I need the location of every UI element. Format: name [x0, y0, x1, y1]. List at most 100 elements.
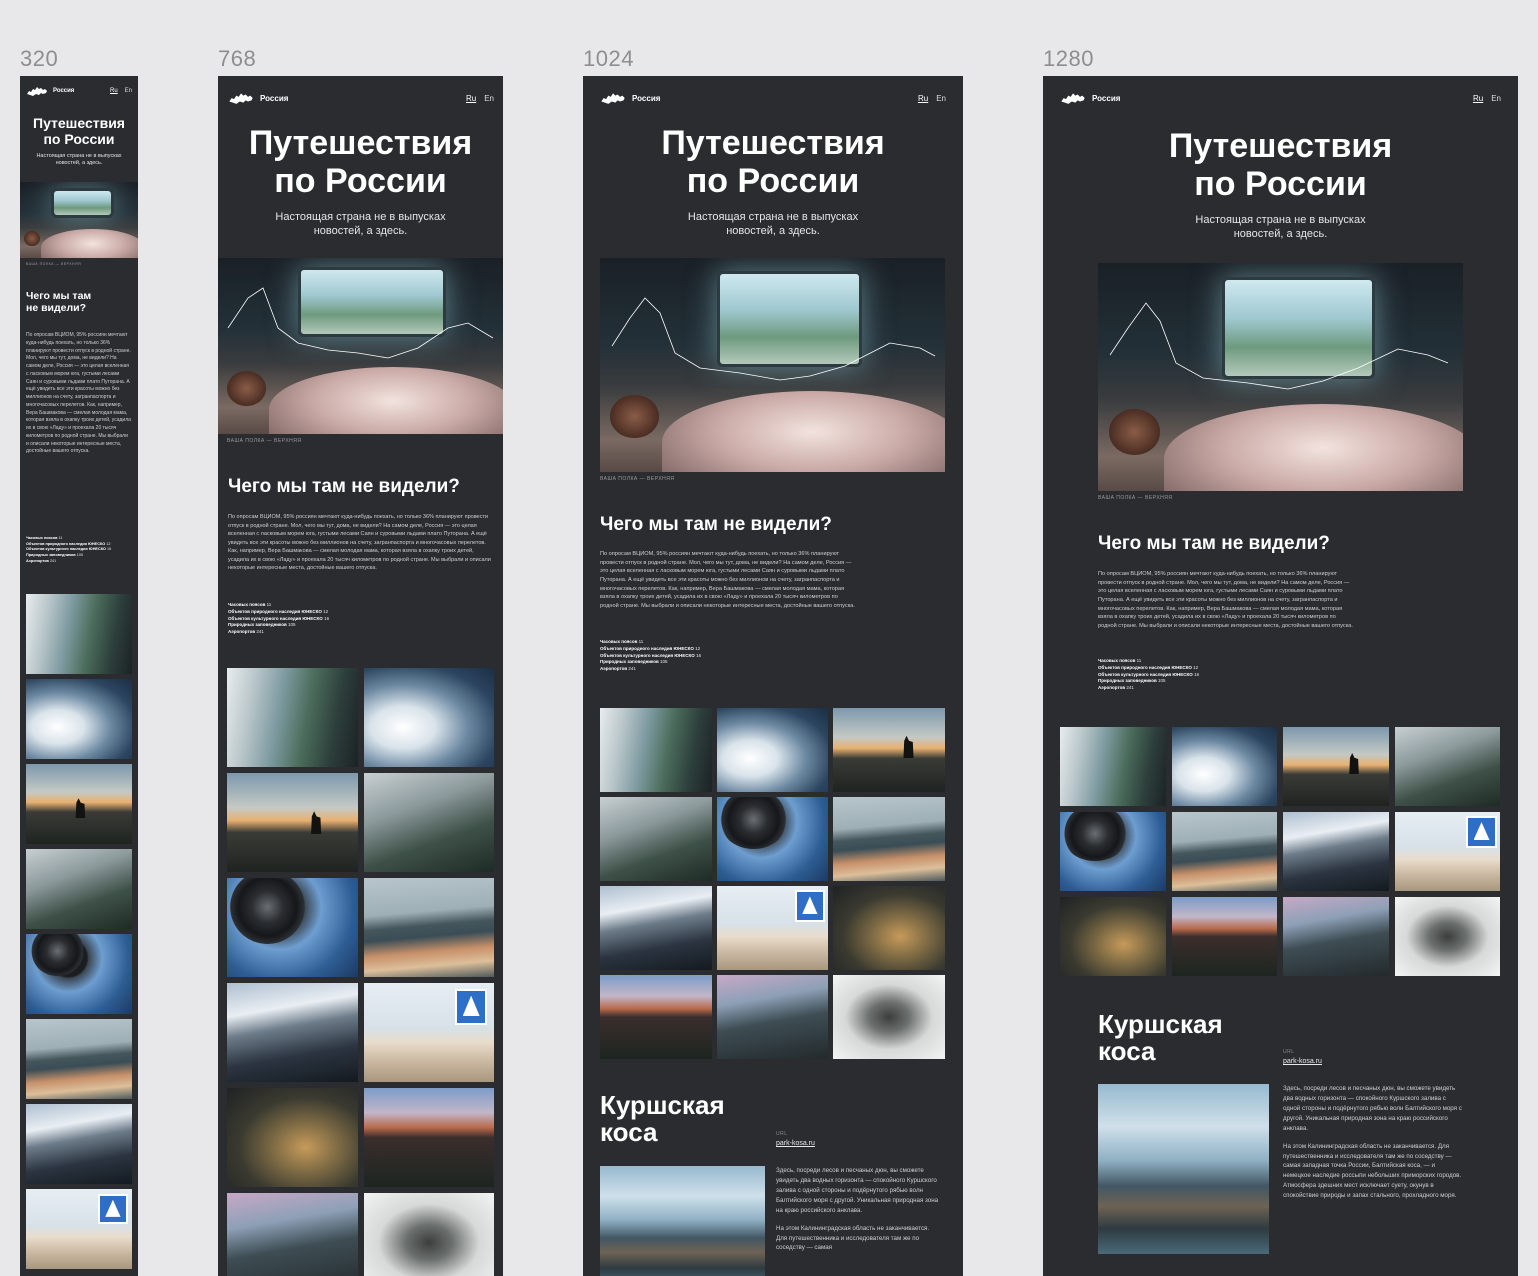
logo-link[interactable]: Россия [26, 85, 74, 97]
kosa-paragraph-1: Здесь, посреди лесов и песчаных дюн, вы … [1283, 1085, 1462, 1132]
page-title: Путешествия по России [1168, 127, 1393, 204]
gallery-photo-road-sign-tetrapods[interactable] [1394, 812, 1500, 891]
route-line-graphic [227, 287, 494, 359]
gallery-photo-road-sign-tetrapods[interactable] [716, 886, 829, 970]
gallery-photo-foggy-forest[interactable] [1394, 727, 1500, 806]
gallery-photo-car-wheel-ice[interactable] [716, 797, 829, 881]
gallery-photo-clouds-mountains[interactable] [26, 679, 132, 759]
gallery-photo-car-wheel-ice[interactable] [26, 934, 132, 1014]
page-subtitle: Настоящая страна не в выпусках новостей, … [687, 211, 859, 238]
brand-name: Россия [53, 88, 75, 94]
gallery-photo-road-sign-tetrapods[interactable] [26, 1189, 132, 1269]
hero-photo [20, 182, 138, 258]
stat-item: Аэропортов 241 [1098, 685, 1134, 690]
lang-ru-link[interactable]: Ru [918, 94, 928, 103]
russia-map-icon [1061, 93, 1085, 104]
lang-en-link[interactable]: En [1491, 94, 1501, 103]
gallery-photo-wolf-sunset[interactable] [833, 708, 945, 792]
russia-map-icon [27, 87, 47, 96]
gallery-photo-train-window[interactable] [26, 594, 132, 674]
gallery-photo-snowy-peaks[interactable] [227, 983, 358, 1082]
gallery-photo-misty-peak[interactable] [833, 975, 945, 1059]
page-subtitle: Настоящая страна не в выпусках новостей, … [36, 153, 122, 167]
kosa-url-label: URL [1283, 1049, 1295, 1055]
hero-photo-caption: ВАША ПОЛКА — ВЕРХНЯЯ [600, 476, 675, 482]
gallery-photo-beach-shore[interactable] [1171, 812, 1277, 891]
site-header: Россия Ru En [20, 84, 138, 98]
site-header: Россия Ru En [218, 89, 503, 107]
gallery-photo-autumn-leaves[interactable] [227, 1088, 358, 1187]
breakpoint-label-320: 320 [20, 46, 59, 71]
kosa-url-link[interactable]: park-kosa.ru [1283, 1058, 1322, 1065]
hero-photo-caption: ВАША ПОЛКА — ВЕРХНЯЯ [1098, 495, 1173, 501]
gallery-photo-volcano[interactable] [363, 1088, 494, 1187]
gallery-photo-train-window[interactable] [1060, 727, 1166, 806]
gallery-photo-misty-peak[interactable] [1394, 897, 1500, 976]
gallery-photo-autumn-leaves[interactable] [1060, 897, 1166, 976]
gallery-photo-clouds-mountains[interactable] [1171, 727, 1277, 806]
gallery-photo-autumn-leaves[interactable] [833, 886, 945, 970]
gallery-photo-volcano[interactable] [1171, 897, 1277, 976]
gallery-photo-train-window[interactable] [227, 668, 358, 767]
gallery-photo-snowy-peaks[interactable] [600, 886, 712, 970]
gallery-photo-road-sign-tetrapods[interactable] [363, 983, 494, 1082]
lang-en-link[interactable]: En [484, 94, 494, 103]
stat-item: Объектов культурного наследия ЮНЕСКО 16 [1098, 671, 1200, 677]
lang-ru-link[interactable]: Ru [1473, 94, 1483, 103]
kosa-photo [600, 1166, 765, 1276]
lang-ru-link[interactable]: Ru [466, 94, 476, 103]
intro-text: По опросам ВЦИОМ, 95% россиян мечтают ку… [228, 514, 491, 572]
gallery-photo-snowy-peaks[interactable] [1283, 812, 1389, 891]
gallery-photo-coastal-cliff[interactable] [1283, 897, 1389, 976]
page-subtitle: Настоящая страна не в выпусках новостей, … [275, 211, 446, 238]
kosa-title: Куршская коса [1098, 1009, 1223, 1067]
gallery-photo-foggy-forest[interactable] [26, 849, 132, 929]
logo-link[interactable]: Россия [228, 91, 288, 105]
lang-ru-link[interactable]: Ru [110, 88, 118, 94]
brand-name: Россия [260, 93, 289, 103]
gallery-photo-misty-peak[interactable] [363, 1193, 494, 1276]
gallery-photo-beach-shore[interactable] [363, 878, 494, 977]
gallery-photo-coastal-cliff[interactable] [227, 1193, 358, 1276]
intro-text: По опросам ВЦИОМ, 95% россиян мечтают ку… [600, 551, 855, 609]
kosa-url-link[interactable]: park-kosa.ru [776, 1140, 815, 1147]
language-switcher: Ru En [918, 94, 946, 103]
logo-link[interactable]: Россия [600, 91, 660, 105]
gallery-photo-car-wheel-ice[interactable] [227, 878, 358, 977]
kosa-paragraph-1: Здесь, посреди лесов и песчаных дюн, вы … [776, 1167, 939, 1214]
intro-text: По опросам ВЦИОМ, 95% россиян мечтают ку… [1098, 571, 1353, 629]
gallery-photo-train-window[interactable] [600, 708, 712, 792]
lang-en-link[interactable]: En [936, 94, 946, 103]
kosa-description: Здесь, посреди лесов и песчаных дюн, вы … [776, 1166, 941, 1253]
gallery-photo-coastal-cliff[interactable] [716, 975, 829, 1059]
gallery-photo-wolf-sunset[interactable] [1283, 727, 1389, 806]
gallery-photo-wolf-sunset[interactable] [227, 773, 358, 872]
route-line-graphic [611, 297, 936, 381]
frame-1024: Россия Ru En Путешествия по России Настоя… [583, 76, 963, 1276]
lang-en-link[interactable]: En [125, 88, 132, 94]
gallery-photo-foggy-forest[interactable] [600, 797, 712, 881]
kosa-paragraph-2: На этом Калининградская область не закан… [1283, 1142, 1462, 1200]
gallery-photo-clouds-mountains[interactable] [716, 708, 829, 792]
gallery-photo-wolf-sunset[interactable] [26, 764, 132, 844]
gallery-photo-snowy-peaks[interactable] [26, 1104, 132, 1184]
gallery-photo-clouds-mountains[interactable] [363, 668, 494, 767]
gallery-photo-volcano[interactable] [600, 975, 712, 1059]
logo-link[interactable]: Россия [1060, 91, 1120, 105]
stat-item: Объектов природного наследия ЮНЕСКО 12 [600, 645, 701, 651]
hero-photo-caption: ВАША ПОЛКА — ВЕРХНЯЯ [26, 262, 82, 266]
breakpoint-label-1280: 1280 [1043, 46, 1094, 71]
gallery-photo-beach-shore[interactable] [26, 1019, 132, 1099]
stats-list: Часовых поясов 11 Объектов природного на… [1098, 658, 1199, 692]
frame-1280: Россия Ru En Путешествия по России Настоя… [1043, 76, 1518, 1276]
intro-heading: Чего мы там не видели? [228, 476, 460, 497]
stats-list: Часовых поясов 11 Объектов природного на… [228, 602, 329, 636]
gallery-photo-foggy-forest[interactable] [363, 773, 494, 872]
breakpoint-label-1024: 1024 [583, 46, 634, 71]
breakpoint-label-768: 768 [218, 46, 257, 71]
stat-item: Часовых поясов 11 [1098, 658, 1142, 663]
gallery-photo-beach-shore[interactable] [833, 797, 945, 881]
language-switcher: Ru En [1473, 94, 1501, 103]
frame-768: Россия Ru En Путешествия по России Настоя… [218, 76, 503, 1276]
gallery-photo-car-wheel-ice[interactable] [1060, 812, 1166, 891]
